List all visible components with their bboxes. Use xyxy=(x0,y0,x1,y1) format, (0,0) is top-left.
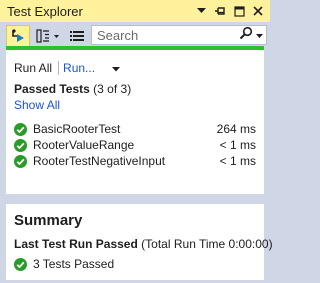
search-input[interactable] xyxy=(92,26,235,44)
group-by-icon xyxy=(36,28,59,43)
group-by-button[interactable] xyxy=(34,25,64,47)
test-row[interactable]: RooterTestNegativeInput < 1 ms xyxy=(14,153,256,169)
playlist-button[interactable] xyxy=(66,25,88,47)
test-name: RooterTestNegativeInput xyxy=(33,154,166,168)
test-name: RooterValueRange xyxy=(33,138,135,152)
close-icon[interactable] xyxy=(250,3,266,19)
run-after-build-icon xyxy=(12,28,24,42)
test-duration: < 1 ms xyxy=(219,138,256,152)
run-tests-after-build-button[interactable] xyxy=(6,24,30,47)
test-duration: < 1 ms xyxy=(219,154,256,168)
passed-summary: 3 Tests Passed xyxy=(14,257,114,271)
test-row[interactable]: RooterValueRange < 1 ms xyxy=(14,137,256,153)
passed-tests-group-header[interactable]: Passed Tests (3 of 3) xyxy=(14,82,131,96)
test-row[interactable]: BasicRooterTest 264 ms xyxy=(14,121,256,137)
run-menu[interactable]: Run... xyxy=(63,61,95,75)
show-all-link[interactable]: Show All xyxy=(14,98,60,112)
passed-check-icon xyxy=(14,122,27,136)
maximize-icon[interactable] xyxy=(231,3,247,19)
test-duration: 264 ms xyxy=(216,122,256,136)
run-bar: Run All Run... xyxy=(14,61,121,75)
run-all-link[interactable]: Run All xyxy=(14,61,52,75)
passed-check-icon xyxy=(14,154,27,168)
window-title: Test Explorer xyxy=(7,3,83,19)
run-menu-dropdown-icon[interactable] xyxy=(112,61,121,75)
passed-check-icon xyxy=(14,257,27,271)
pin-icon[interactable] xyxy=(212,3,228,19)
search-icon[interactable] xyxy=(239,26,253,45)
last-run-status: Last Test Run Passed (Total Run Time 0:0… xyxy=(14,237,273,251)
tool-window-title-bar: Test Explorer xyxy=(0,0,270,22)
summary-panel: Summary Last Test Run Passed (Total Run … xyxy=(6,204,273,280)
passed-check-icon xyxy=(14,138,27,152)
summary-title: Summary xyxy=(14,212,83,229)
search-box xyxy=(91,25,267,45)
run-bar-divider xyxy=(58,61,60,75)
passed-count: 3 Tests Passed xyxy=(33,257,115,271)
panel-splitter[interactable] xyxy=(0,194,270,204)
run-menu-label: Run... xyxy=(63,61,96,75)
test-name: BasicRooterTest xyxy=(33,122,121,136)
dropdown-arrow-icon[interactable] xyxy=(193,3,209,19)
group-name: Passed Tests xyxy=(14,82,90,96)
search-options-dropdown-icon[interactable] xyxy=(256,26,263,44)
test-list-panel: Run All Run... Passed Tests (3 of 3) Sho… xyxy=(6,50,264,194)
group-count: (3 of 3) xyxy=(93,82,132,96)
list-icon xyxy=(70,30,84,41)
last-run-label: Last Test Run Passed xyxy=(14,237,138,251)
total-run-time: (Total Run Time 0:00:00) xyxy=(141,237,273,251)
